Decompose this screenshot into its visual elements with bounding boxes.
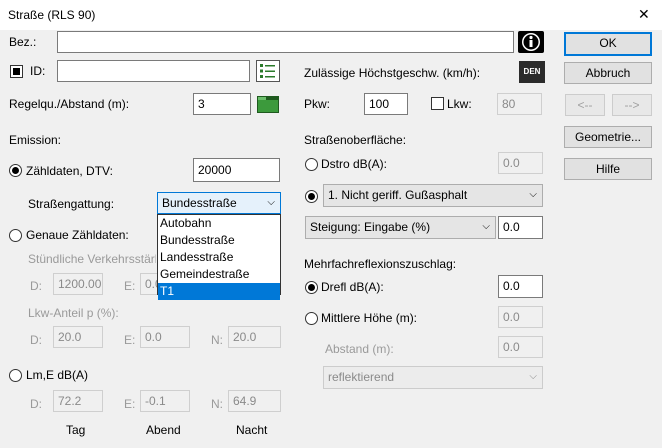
window-title: Straße (RLS 90) <box>8 8 96 22</box>
col-day-label: Tag <box>66 423 86 437</box>
height-radio[interactable] <box>305 312 318 325</box>
regelqu-label: Regelqu./Abstand (m): <box>9 97 130 111</box>
road-type-list: Autobahn Bundesstraße Landesstraße Gemei… <box>157 214 281 300</box>
height-input[interactable]: 0.0 <box>498 306 543 328</box>
exact-label: Genaue Zähldaten: <box>26 228 129 242</box>
dialog-window: Straße (RLS 90) ✕ Bez.: ID: Regelqu./Abs… <box>0 0 662 448</box>
distance-label: Abstand (m): <box>325 342 394 356</box>
close-icon[interactable]: ✕ <box>638 7 650 21</box>
lme-d-input[interactable]: 72.2 <box>53 390 103 412</box>
drefl-radio[interactable] <box>305 281 318 294</box>
dstro-input[interactable]: 0.0 <box>498 152 543 174</box>
id-checkbox[interactable] <box>10 65 23 78</box>
col-night-label: Nacht <box>236 423 268 437</box>
den-icon[interactable]: DEN <box>519 61 545 83</box>
surface-heading: Straßenoberfläche: <box>304 133 407 147</box>
lkw-checkbox[interactable] <box>431 97 444 110</box>
lkw-n-input[interactable]: 20.0 <box>228 326 281 348</box>
title-bar: Straße (RLS 90) ✕ <box>0 0 662 30</box>
dtv-radio[interactable] <box>9 164 22 177</box>
road-type-option-highlighted[interactable]: T1 <box>158 283 280 300</box>
traffic-d-label: D: <box>30 279 42 293</box>
lme-e-label: E: <box>124 397 136 411</box>
lkw-share-label: Lkw-Anteil p (%): <box>28 306 119 320</box>
reflect-select[interactable]: reflektierend ⌵ <box>323 366 543 389</box>
lme-d-label: D: <box>30 397 42 411</box>
id-input[interactable] <box>57 60 250 82</box>
dtv-input[interactable]: 20000 <box>193 158 280 182</box>
lkw-label: Lkw: <box>447 97 472 111</box>
info-icon[interactable] <box>518 31 544 53</box>
next-button[interactable]: --> <box>612 94 652 116</box>
lme-e-input[interactable]: -0.1 <box>140 390 190 412</box>
traffic-label: Stündliche Verkehrsstärke M (Kfz/h): <box>28 252 156 266</box>
distance-input[interactable]: 0.0 <box>498 336 543 358</box>
chevron-down-icon: ⌵ <box>529 189 537 200</box>
lkw-n-label: N: <box>211 333 223 347</box>
folder-icon[interactable] <box>256 93 280 115</box>
speed-label: Zulässige Höchstgeschw. (km/h): <box>304 66 481 80</box>
ok-button[interactable]: OK <box>564 32 652 56</box>
slope-select[interactable]: Steigung: Eingabe (%) ⌵ <box>305 216 496 239</box>
surface-select[interactable]: 1. Nicht geriff. Gußasphalt ⌵ <box>323 184 543 207</box>
lkw-input[interactable]: 80 <box>497 93 542 115</box>
prev-button[interactable]: <-- <box>565 94 605 116</box>
lkw-e-input[interactable]: 0.0 <box>140 326 190 348</box>
reflection-heading: Mehrfachreflexionszuschlag: <box>304 257 457 271</box>
road-type-select[interactable]: Bundesstraße ⌵ <box>157 192 281 214</box>
help-button[interactable]: Hilfe <box>564 158 652 180</box>
pkw-label: Pkw: <box>304 97 331 111</box>
slope-selected: Steigung: Eingabe (%) <box>310 220 431 234</box>
list-icon[interactable] <box>256 60 280 82</box>
road-type-option[interactable]: Gemeindestraße <box>158 266 280 283</box>
traffic-d-input[interactable]: 1200.00 <box>53 273 103 295</box>
lme-radio[interactable] <box>9 369 22 382</box>
drefl-input[interactable]: 0.0 <box>498 275 543 298</box>
slope-input[interactable]: 0.0 <box>498 216 543 239</box>
emission-heading: Emission: <box>9 133 62 147</box>
lme-n-input[interactable]: 64.9 <box>228 390 281 412</box>
lkw-e-label: E: <box>124 333 136 347</box>
pkw-input[interactable]: 100 <box>364 93 408 115</box>
traffic-e-label: E: <box>124 279 136 293</box>
road-type-selected: Bundesstraße <box>162 196 237 210</box>
drefl-label: Drefl dB(A): <box>321 280 384 294</box>
reflect-selected: reflektierend <box>328 370 395 384</box>
bez-label: Bez.: <box>9 35 37 49</box>
lme-label: Lm,E dB(A) <box>26 368 89 382</box>
surface-radio[interactable] <box>305 190 318 203</box>
dtv-label: Zähldaten, DTV: <box>26 164 113 178</box>
chevron-down-icon: ⌵ <box>267 197 275 208</box>
road-type-option[interactable]: Landesstraße <box>158 249 280 266</box>
col-evening-label: Abend <box>146 423 181 437</box>
chevron-down-icon: ⌵ <box>482 221 490 232</box>
lkw-d-input[interactable]: 20.0 <box>53 326 103 348</box>
dstro-radio[interactable] <box>305 158 318 171</box>
regelqu-input[interactable]: 3 <box>193 93 251 115</box>
lkw-d-label: D: <box>30 333 42 347</box>
road-type-option[interactable]: Bundesstraße <box>158 232 280 249</box>
road-type-label: Straßengattung: <box>28 197 115 211</box>
dstro-label: Dstro dB(A): <box>321 157 388 171</box>
chevron-down-icon: ⌵ <box>529 371 537 382</box>
id-label: ID: <box>30 64 46 78</box>
bez-input[interactable] <box>57 31 514 53</box>
geometry-button[interactable]: Geometrie... <box>564 126 652 148</box>
surface-selected: 1. Nicht geriff. Gußasphalt <box>328 188 468 202</box>
lme-n-label: N: <box>211 397 223 411</box>
exact-radio[interactable] <box>9 229 22 242</box>
cancel-button[interactable]: Abbruch <box>564 62 652 84</box>
road-type-option[interactable]: Autobahn <box>158 215 280 232</box>
height-label: Mittlere Höhe (m): <box>321 311 418 325</box>
